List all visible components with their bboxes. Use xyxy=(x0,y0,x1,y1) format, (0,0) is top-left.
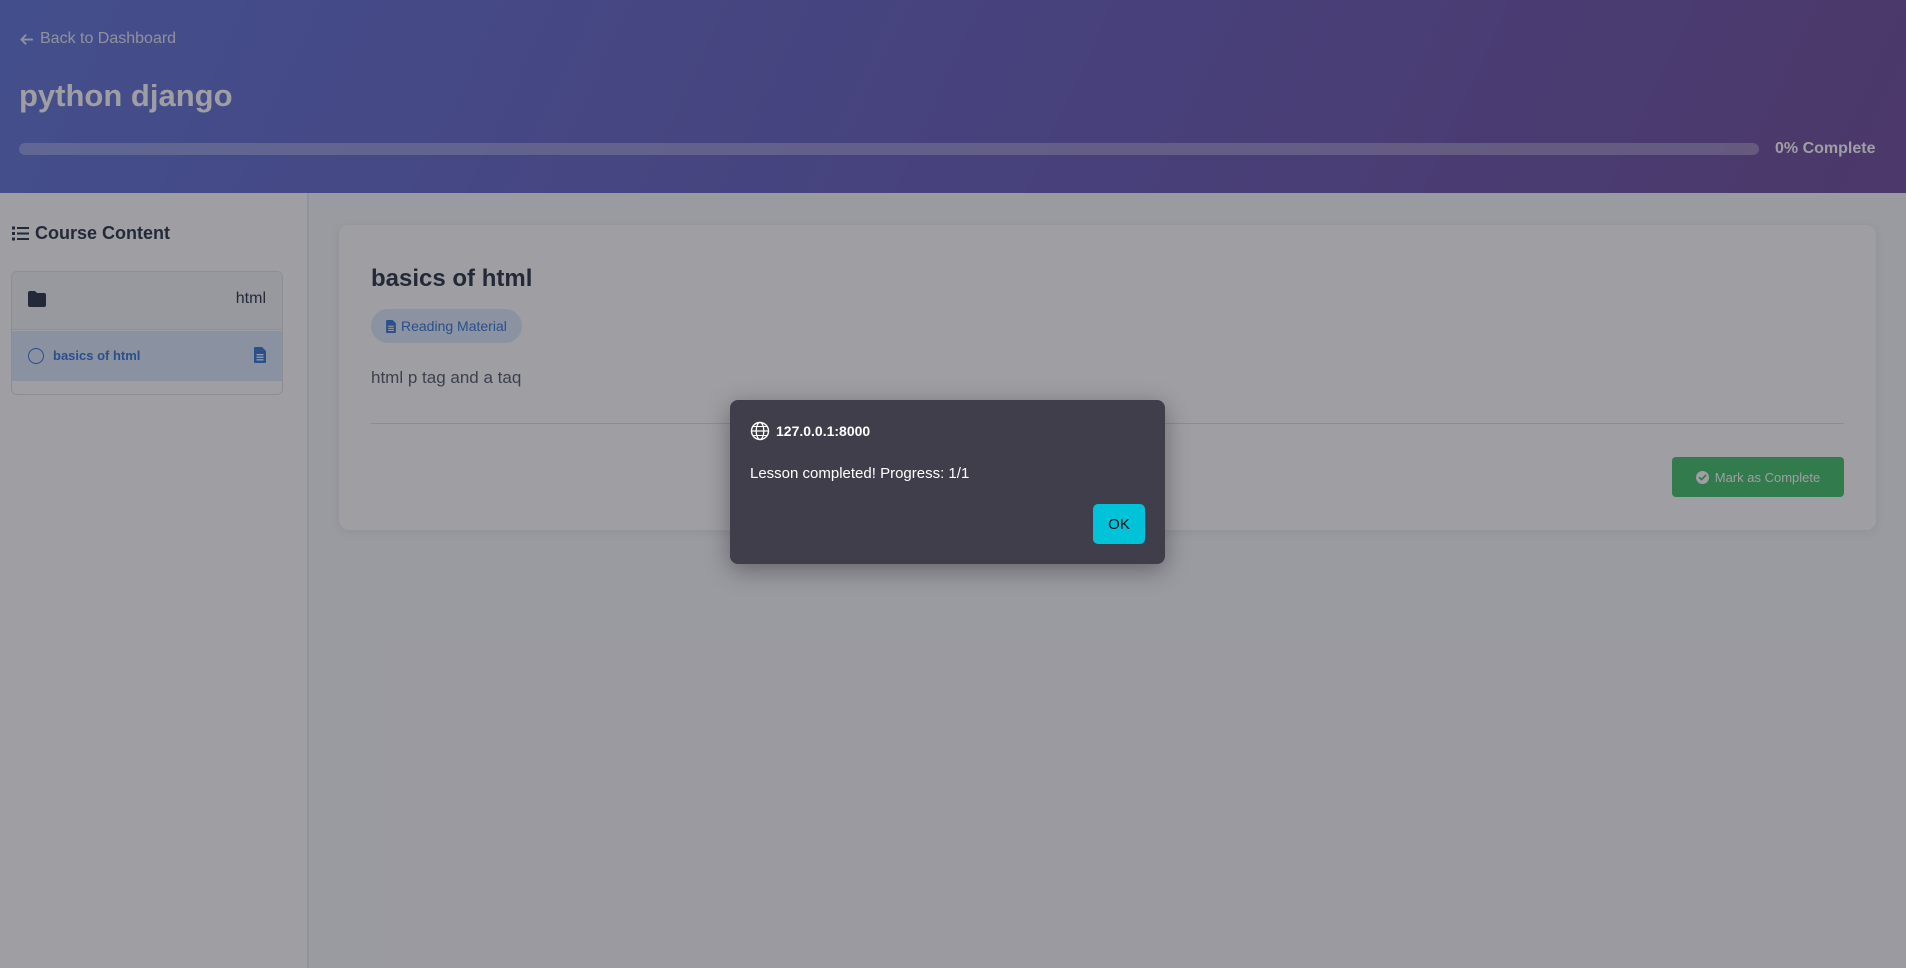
globe-icon xyxy=(750,421,770,441)
dialog-origin-text: 127.0.0.1:8000 xyxy=(776,423,871,439)
dialog-origin: 127.0.0.1:8000 xyxy=(750,421,870,441)
ok-button[interactable]: OK xyxy=(1093,504,1145,544)
dialog-message: Lesson completed! Progress: 1/1 xyxy=(750,465,970,482)
alert-dialog: 127.0.0.1:8000 Lesson completed! Progres… xyxy=(730,400,1165,564)
